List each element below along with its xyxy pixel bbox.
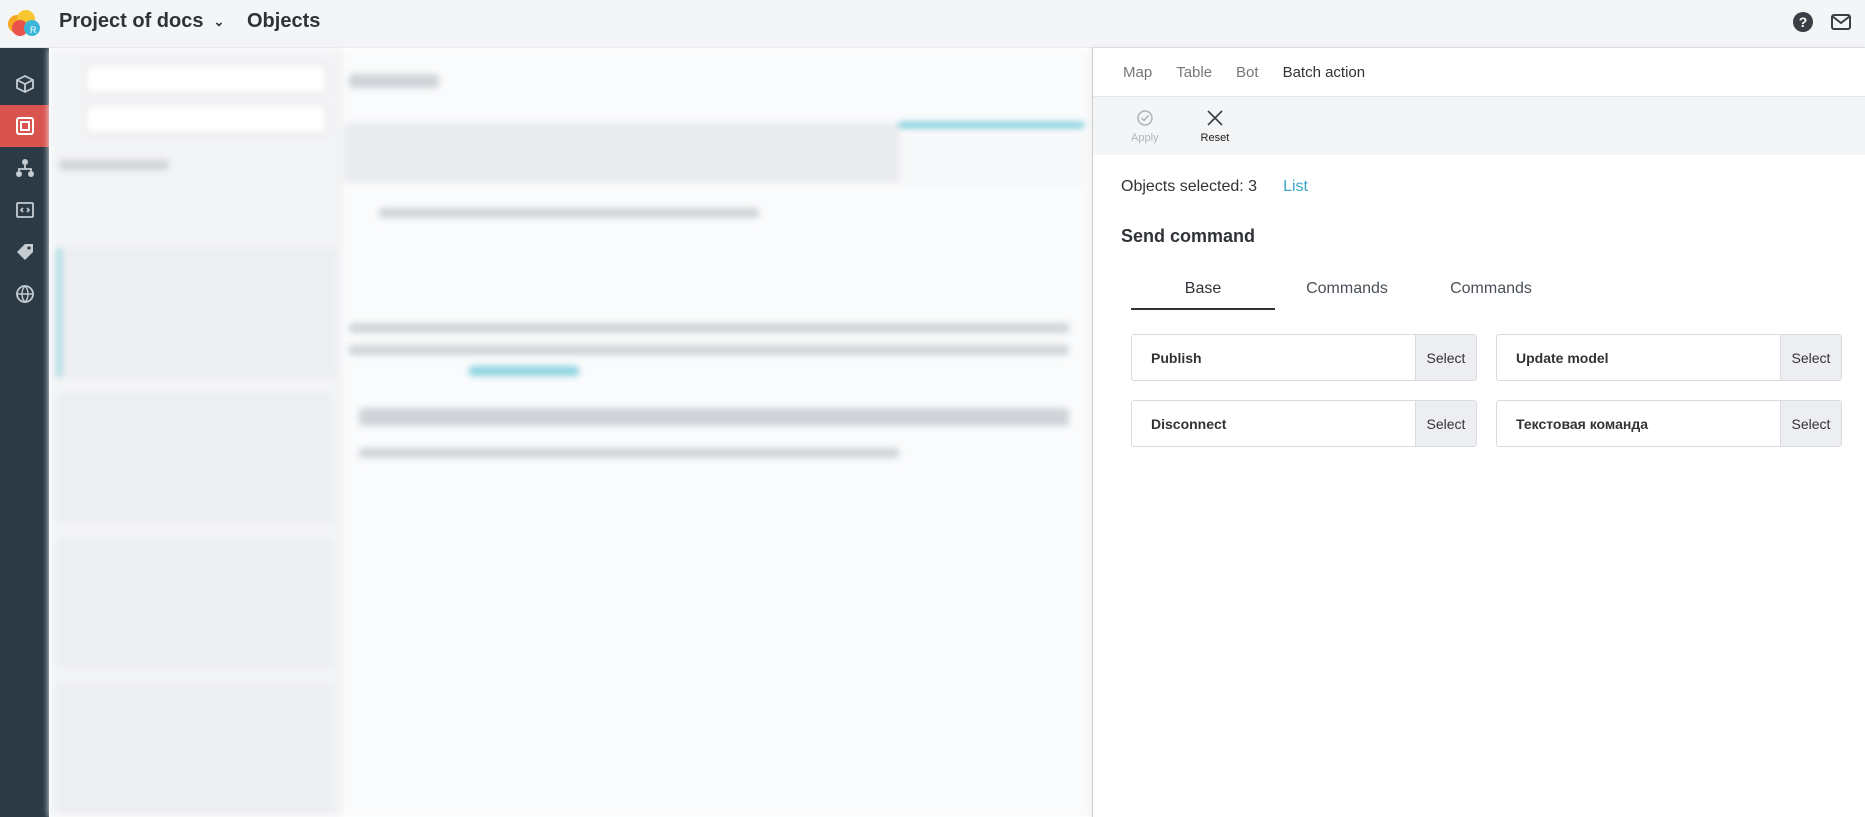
sidebar-item-tags[interactable] (0, 231, 49, 273)
blurred-card (57, 538, 332, 668)
blurred-search-input (85, 64, 327, 94)
check-circle-icon (1137, 110, 1153, 126)
tab-commands[interactable]: Commands (1275, 270, 1419, 308)
code-icon (15, 202, 34, 218)
hierarchy-icon (15, 159, 34, 177)
object-list (49, 48, 340, 817)
mail-icon[interactable] (1831, 12, 1851, 32)
select-button[interactable]: Select (1780, 401, 1841, 446)
blurred-text (349, 345, 1069, 355)
command-name: Текстовая команда (1516, 415, 1649, 432)
sidebar-item-objects[interactable] (0, 105, 49, 147)
batch-action-panel: Map Table Bot Batch action Apply Reset O… (1092, 48, 1865, 817)
project-name: Project of docs (59, 10, 204, 32)
tab-commands-2[interactable]: Commands (1419, 270, 1563, 308)
apply-button[interactable]: Apply (1131, 108, 1159, 144)
select-button[interactable]: Select (1415, 335, 1476, 380)
blurred-text (469, 366, 579, 376)
page-title: Objects (247, 10, 321, 32)
command-name: Update model (1516, 349, 1609, 366)
sidebar-item-code[interactable] (0, 189, 49, 231)
tab-batch-action[interactable]: Batch action (1283, 64, 1366, 81)
sidebar-item-network[interactable] (0, 273, 49, 315)
blurred-text (59, 160, 169, 170)
blurred-tabs (344, 123, 1084, 187)
reset-label: Reset (1200, 132, 1230, 144)
tag-icon (16, 244, 33, 260)
tab-base[interactable]: Base (1131, 270, 1275, 310)
blurred-background (49, 48, 1092, 817)
reset-button[interactable]: Reset (1200, 108, 1230, 144)
objects-icon (15, 117, 34, 135)
view-tabs: Map Table Bot Batch action (1093, 48, 1865, 97)
chevron-down-icon: ⌄ (213, 13, 225, 29)
blurred-table (359, 408, 1069, 426)
svg-text:R: R (30, 25, 37, 35)
tab-map[interactable]: Map (1123, 64, 1152, 81)
tab-table[interactable]: Table (1176, 64, 1212, 81)
project-selector[interactable]: Project of docs ⌄ (59, 10, 224, 33)
cube-icon (15, 74, 34, 94)
blurred-card (57, 393, 332, 523)
command-name: Disconnect (1151, 415, 1227, 432)
tab-bot[interactable]: Bot (1236, 64, 1259, 81)
objects-selected-count: Objects selected: 3 (1121, 178, 1258, 195)
close-icon (1207, 110, 1223, 126)
sidebar-item-hierarchy[interactable] (0, 147, 49, 189)
select-button[interactable]: Select (1415, 401, 1476, 446)
command-name: Publish (1151, 349, 1202, 366)
select-button[interactable]: Select (1780, 335, 1841, 380)
command-item: Publish Select (1131, 334, 1477, 381)
sidebar-item-devices[interactable] (0, 63, 49, 105)
command-item: Disconnect Select (1131, 400, 1477, 447)
send-command-title: Send command (1121, 226, 1256, 246)
blurred-text (379, 208, 759, 218)
blurred-table (359, 448, 899, 458)
blurred-card (57, 683, 332, 813)
list-link[interactable]: List (1283, 178, 1308, 196)
sidebar (0, 48, 49, 817)
top-bar: R Project of docs ⌄ Objects ? (0, 0, 1865, 48)
blurred-card (57, 248, 336, 378)
globe-icon (15, 285, 34, 303)
command-item: Текстовая команда Select (1496, 400, 1842, 447)
app-logo[interactable]: R (4, 6, 44, 40)
blurred-filter-input (85, 104, 327, 134)
blurred-text (349, 323, 1069, 333)
command-tabs: Base Commands Commands (1131, 270, 1563, 310)
help-icon[interactable]: ? (1793, 12, 1813, 32)
blurred-text (349, 74, 439, 88)
batch-toolbar: Apply Reset (1093, 97, 1865, 155)
command-item: Update model Select (1496, 334, 1842, 381)
apply-label: Apply (1131, 132, 1159, 144)
